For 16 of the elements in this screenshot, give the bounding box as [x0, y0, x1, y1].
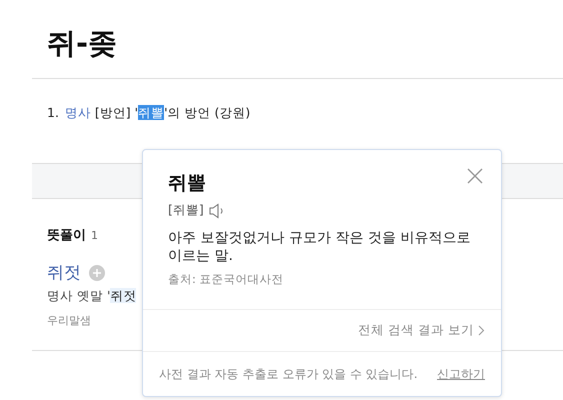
section-heading: 뜻풀이 [47, 227, 86, 244]
pronunciation: [쥐뽈] [168, 202, 204, 219]
word-link[interactable]: 쥐젓 [47, 261, 81, 284]
result-count: 1 [91, 229, 98, 242]
report-link[interactable]: 신고하기 [437, 366, 485, 382]
close-button[interactable] [465, 166, 485, 186]
chevron-icon [478, 325, 485, 336]
entry-title: 쥐-좆 [32, 0, 563, 79]
source-label: 우리말샘 [47, 313, 92, 328]
error-notice: 사전 결과 자동 추출로 오류가 있을 수 있습니다. [159, 366, 418, 382]
more-results-link[interactable]: 전체 검색 결과 보기 [358, 322, 485, 339]
add-icon[interactable] [89, 264, 105, 280]
sense-number: 1. [47, 105, 59, 122]
popup-definition: 아주 보잘것없거나 규모가 작은 것을 비유적으로 이르는 말. [168, 229, 472, 265]
popup-source: 출처: 표준국어대사전 [168, 272, 285, 287]
popup-word: 쥐뽈 [168, 171, 207, 196]
